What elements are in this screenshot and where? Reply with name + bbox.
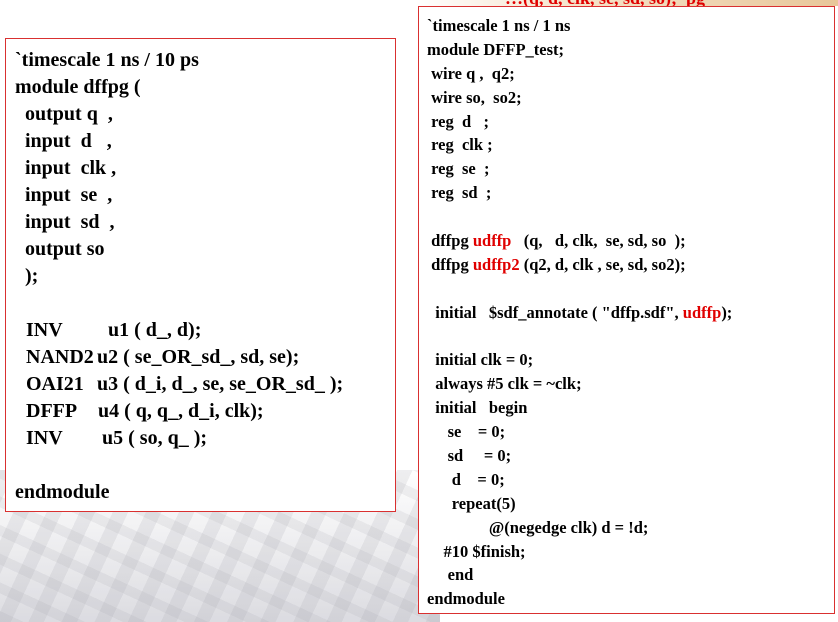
code-line: reg d ; (427, 111, 490, 131)
code-line: output so (15, 238, 105, 260)
instance-args: u2 ( se_OR_sd_, sd, se); (97, 346, 300, 368)
code-line: sd = 0; (427, 446, 512, 466)
cell-type: INV (26, 319, 63, 341)
instance-line: DFFP u4 ( q, q_, d_i, clk); (15, 398, 395, 425)
instance-args: u1 ( d_, d); (108, 319, 202, 341)
code-line: `timescale 1 ns / 10 ps (15, 49, 199, 71)
code-line: output q , (15, 103, 113, 125)
code-line: initial clk = 0; (427, 350, 534, 370)
sdf-annotate-line: initial $sdf_annotate ( "dffp.sdf", udff… (427, 301, 834, 325)
code-line: `timescale 1 ns / 1 ns (427, 16, 571, 35)
cell-type: INV (26, 427, 63, 449)
code-line: endmodule (15, 481, 110, 503)
inst-prefix: dffpg (427, 254, 473, 274)
inst-args: (q2, d, clk , se, sd, so2); (519, 254, 686, 274)
code-line: repeat(5) (427, 493, 516, 513)
instance-line: dffpg udffp (q, d, clk, se, sd, so ); (427, 229, 834, 253)
instance-line: INV u1 ( d_, d); (15, 317, 395, 344)
inst-args: (q, d, clk, se, sd, so ); (511, 231, 686, 251)
code-line: wire q , q2; (427, 63, 515, 83)
instance-line: OAI21 u3 ( d_i, d_, se, se_OR_sd_ ); (15, 371, 395, 398)
code-line: initial begin (427, 398, 528, 418)
code-line: d = 0; (427, 469, 505, 489)
code-line: wire so, so2; (427, 87, 522, 107)
code-line: endmodule (427, 589, 505, 609)
testbench-code-box: `timescale 1 ns / 1 ns module DFFP_test;… (418, 6, 835, 614)
instance-name: udffp (682, 302, 722, 322)
inst-prefix: dffpg (427, 231, 473, 251)
instance-line: NAND2 u2 ( se_OR_sd_, sd, se); (15, 344, 395, 371)
instance-name: udffp (472, 231, 512, 251)
code-line: end (427, 565, 474, 585)
instance-name: udffp2 (472, 254, 520, 274)
instance-args: u4 ( q, q_, d_i, clk); (98, 400, 264, 422)
cell-type: NAND2 (26, 346, 94, 368)
code-line: input sd , (15, 211, 115, 233)
code-line: always #5 clk = ~clk; (427, 374, 582, 394)
code-line: input clk , (15, 157, 117, 179)
code-line: se = 0; (427, 422, 506, 442)
sdf-prefix: initial $sdf_annotate ( "dffp.sdf", (427, 302, 683, 322)
code-line: module DFFP_test; (427, 39, 565, 59)
instance-line: INV u5 ( so, q_ ); (15, 425, 395, 452)
cell-type: OAI21 (26, 373, 84, 395)
instance-args: u3 ( d_i, d_, se, se_OR_sd_ ); (97, 373, 344, 395)
module-code-box: `timescale 1 ns / 10 ps module dffpg ( o… (5, 38, 396, 512)
code-line: ); (15, 265, 39, 287)
code-line: reg clk ; (427, 135, 493, 155)
code-line: reg sd ; (427, 183, 492, 203)
cell-type: DFFP (26, 400, 78, 422)
code-line: #10 $finish; (427, 541, 526, 561)
sdf-suffix: ); (721, 302, 733, 322)
code-line: reg se ; (427, 159, 490, 179)
instance-line: dffpg udffp2 (q2, d, clk , se, sd, so2); (427, 253, 834, 277)
code-line: module dffpg ( (15, 76, 141, 98)
code-line: @(negedge clk) d = !d; (427, 517, 649, 537)
instance-args: u5 ( so, q_ ); (102, 427, 208, 449)
code-line: input d , (15, 130, 112, 152)
code-line: input se , (15, 184, 113, 206)
